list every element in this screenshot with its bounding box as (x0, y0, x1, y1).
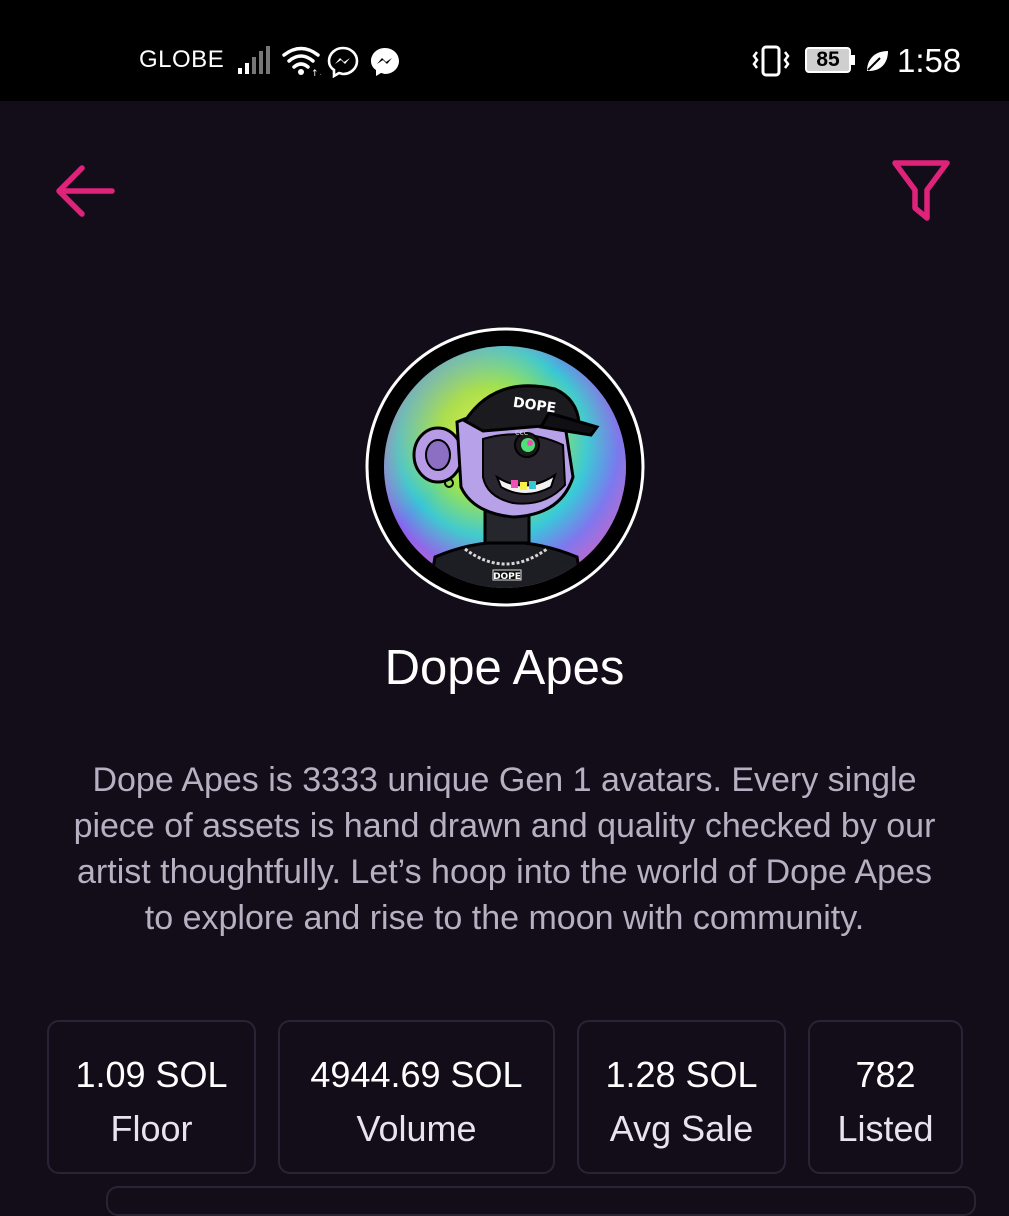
stat-label: Listed (837, 1108, 934, 1149)
arrow-left-icon[interactable] (54, 160, 116, 222)
stat-value: 1.09 SOL (75, 1054, 228, 1095)
stat-value: 1.28 SOL (605, 1054, 758, 1095)
wifi-icon: ↑↓ (282, 46, 321, 77)
vibrate-icon (752, 45, 790, 77)
next-card-edge (106, 1186, 976, 1216)
leaf-icon (867, 51, 888, 71)
stat-label: Avg Sale (609, 1108, 754, 1149)
stat-card-listed: 782 Listed (808, 1020, 963, 1174)
collection-avatar: DOPE ccc DOPE (365, 327, 645, 607)
stat-card-volume: 4944.69 SOL Volume (278, 1020, 555, 1174)
messenger-icon (371, 48, 399, 76)
collection-description: Dope Apes is 3333 unique Gen 1 avatars. … (73, 761, 936, 937)
avatar-shirt-text: DOPE (493, 572, 521, 582)
status-bar: GLOBE ↑↓ 85 1:58 (0, 0, 1009, 101)
filter-icon[interactable] (890, 158, 952, 224)
stat-card-floor: 1.09 SOL Floor (47, 1020, 256, 1174)
clock: 1:58 (897, 42, 962, 79)
stat-value: 4944.69 SOL (310, 1054, 523, 1095)
messenger-icon (327, 46, 359, 78)
stat-value: 782 (855, 1054, 916, 1095)
carrier-name: GLOBE (139, 46, 225, 73)
battery-level: 85 (816, 48, 840, 71)
collection-title: Dope Apes (384, 641, 625, 695)
battery-icon: 85 (805, 47, 855, 73)
svg-text:↑↓: ↑↓ (311, 69, 321, 77)
stat-label: Floor (110, 1108, 193, 1149)
stat-label: Volume (356, 1108, 477, 1149)
stat-card-avg-sale: 1.28 SOL Avg Sale (577, 1020, 786, 1174)
signal-icon (238, 46, 270, 74)
